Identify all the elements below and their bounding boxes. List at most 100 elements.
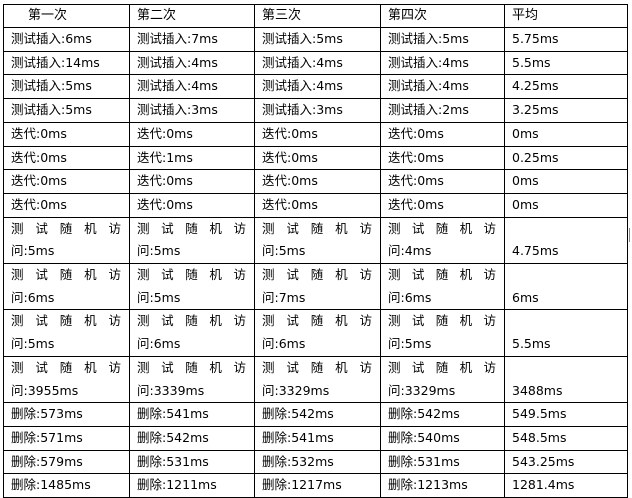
table-cell: 迭代:0ms xyxy=(380,192,505,218)
table-cell: 测试插入:4ms xyxy=(380,74,505,100)
table-cell: 迭代:0ms xyxy=(380,169,505,194)
cell-line-prefix: 测试随机访 xyxy=(11,220,121,236)
cell-line-value: 问:6ms xyxy=(262,336,306,352)
table-row: 迭代:0ms 迭代:0ms 迭代:0ms 迭代:0ms 0ms xyxy=(3,121,628,147)
table-row: 测试插入:5ms 测试插入:4ms 测试插入:4ms 测试插入:4ms 4.25ms xyxy=(3,74,628,100)
cell-line-prefix: 测试随机访 xyxy=(388,313,496,329)
table-cell: 测试插入:6ms xyxy=(3,27,130,52)
average-cell: 4.25ms xyxy=(504,74,628,100)
cell-line-value: 问:3955ms xyxy=(11,382,79,398)
table-cell: 测试插入:5ms xyxy=(380,27,505,52)
cell-line-value: 问:3329ms xyxy=(262,382,330,398)
table-cell: 删除:1213ms xyxy=(380,473,505,498)
table-cell: 删除:531ms xyxy=(380,449,505,475)
header-cell: 平均 xyxy=(504,4,628,28)
table-row: 测试插入:14ms 测试插入:4ms 测试插入:4ms 测试插入:4ms 5.5ms xyxy=(3,50,628,76)
table-cell: 删除:573ms xyxy=(3,402,130,427)
results-table: 第一次 第二次 第三次 第四次 平均 测试插入:6ms 测试插入:7ms 测试插入:… xyxy=(3,4,628,498)
table-cell: 测试插入:3ms xyxy=(254,98,381,123)
table-cell: 测试插入:5ms xyxy=(3,74,130,100)
table-row-wrapped: 测试随机访 问:5ms 测试随机访 问:5ms 测试随机访 问:5ms 测试随机访 问:4ms… xyxy=(3,216,628,265)
cell-line-prefix: 测试随机访 xyxy=(388,267,496,283)
cell-line-value: 问:3339ms xyxy=(137,382,205,398)
table-cell: 测试随机访 问:3329ms xyxy=(254,355,381,404)
table-cell: 测试插入:4ms xyxy=(129,74,255,100)
average-cell: 4.75ms xyxy=(504,216,628,265)
table-row: 迭代:0ms 迭代:1ms 迭代:0ms 迭代:0ms 0.25ms xyxy=(3,145,628,171)
table-cell: 迭代:0ms xyxy=(254,145,381,171)
average-cell: 548.5ms xyxy=(504,425,628,451)
cell-line-value: 问:5ms xyxy=(11,243,55,259)
cell-line-prefix: 测试随机访 xyxy=(262,220,372,236)
table-cell: 迭代:0ms xyxy=(254,169,381,194)
table-cell: 测试插入:4ms xyxy=(254,50,381,76)
table-cell: 迭代:0ms xyxy=(3,169,130,194)
table-row: 删除:571ms 删除:542ms 删除:541ms 删除:540ms 548.5ms xyxy=(3,425,628,451)
average-cell: 0ms xyxy=(504,169,628,194)
cell-line-prefix: 测试随机访 xyxy=(11,267,121,283)
table-row: 删除:1485ms 删除:1211ms 删除:1217ms 删除:1213ms 1281… xyxy=(3,473,628,498)
average-cell: 6ms xyxy=(504,263,628,311)
table-cell: 测试插入:5ms xyxy=(3,98,130,123)
table-cell: 测试随机访 问:6ms xyxy=(254,309,381,357)
table-cell: 删除:541ms xyxy=(254,425,381,451)
table-cell: 迭代:0ms xyxy=(3,192,130,218)
average-cell: 1281.4ms xyxy=(504,473,628,498)
average-cell: 5.5ms xyxy=(504,50,628,76)
table-cell: 迭代:0ms xyxy=(254,121,381,147)
cell-line-value: 问:6ms xyxy=(11,289,55,305)
header-cell: 第四次 xyxy=(380,4,505,28)
table-cell: 测试随机访 问:5ms xyxy=(380,309,505,357)
table-cell: 删除:540ms xyxy=(380,425,505,451)
table-row-wrapped: 测试随机访 问:6ms 测试随机访 问:5ms 测试随机访 问:7ms 测试随机访 问:6ms… xyxy=(3,263,628,311)
cell-line-value: 问:5ms xyxy=(11,336,55,352)
table-cell: 测试随机访问:5ms xyxy=(3,309,130,357)
scroll-indicator xyxy=(629,228,630,242)
table-cell: 测试插入:14ms xyxy=(3,50,130,76)
table-cell: 删除:532ms xyxy=(254,449,381,475)
table-cell: 删除:579ms xyxy=(3,449,130,475)
cell-line-value: 问:6ms xyxy=(388,289,432,305)
table-cell: 迭代:0ms xyxy=(129,121,255,147)
table-cell: 测试随机访 问:3339ms xyxy=(129,355,255,404)
cell-line-prefix: 测试随机访 xyxy=(388,220,496,236)
cell-line-prefix: 测试随机访 xyxy=(262,267,372,283)
cell-line-value: 问:5ms xyxy=(262,243,306,259)
table-row: 测试插入:6ms 测试插入:7ms 测试插入:5ms 测试插入:5ms 5.75ms xyxy=(3,27,628,52)
table-cell: 测试随机访问:3955ms xyxy=(3,355,130,404)
average-cell: 3.25ms xyxy=(504,98,628,123)
table-row: 删除:573ms 删除:541ms 删除:542ms 删除:542ms 549.5ms xyxy=(3,402,628,427)
table-row-wrapped: 测试随机访 问:3955ms 测试随机访 问:3339ms 测试随机访 问:3329ms 测… xyxy=(3,355,628,404)
table-cell: 迭代:0ms xyxy=(380,145,505,171)
table-cell: 删除:531ms xyxy=(129,449,255,475)
average-cell: 5.5ms xyxy=(504,309,628,357)
table-cell: 删除:541ms xyxy=(129,402,255,427)
average-cell: 0ms xyxy=(504,192,628,218)
table-cell: 删除:1211ms xyxy=(129,473,255,498)
table-cell: 测试插入:7ms xyxy=(129,27,255,52)
cell-line-value: 问:5ms xyxy=(137,289,181,305)
cell-line-prefix: 测试随机访 xyxy=(137,220,246,236)
header-cell: 第一次 xyxy=(3,4,130,28)
cell-line-prefix: 测试随机访 xyxy=(137,313,246,329)
table-cell: 迭代:0ms xyxy=(129,169,255,194)
header-row: 第一次 第二次 第三次 第四次 平均 xyxy=(3,4,628,28)
table-cell: 测试随机访问:5ms xyxy=(254,216,381,265)
cell-line-prefix: 测试随机访 xyxy=(11,359,121,375)
average-cell: 543.25ms xyxy=(504,449,628,475)
table-row: 迭代:0ms 迭代:0ms 迭代:0ms 迭代:0ms 0ms xyxy=(3,192,628,218)
cell-line-value: 问:7ms xyxy=(262,289,306,305)
table-cell: 迭代:0ms xyxy=(254,192,381,218)
average-cell: 549.5ms xyxy=(504,402,628,427)
header-cell: 第三次 xyxy=(254,4,381,28)
table-cell: 迭代:0ms xyxy=(129,192,255,218)
average-cell: 0ms xyxy=(504,121,628,147)
table-cell: 删除:1217ms xyxy=(254,473,381,498)
table-cell: 删除:542ms xyxy=(129,425,255,451)
cell-line-prefix: 测试随机访 xyxy=(11,313,121,329)
average-cell: 3488ms xyxy=(504,355,628,404)
table-cell: 迭代:0ms xyxy=(380,121,505,147)
table-cell: 测试插入:2ms xyxy=(380,98,505,123)
table-cell: 迭代:1ms xyxy=(129,145,255,171)
table-cell: 测试随机访 问:5ms xyxy=(129,263,255,311)
